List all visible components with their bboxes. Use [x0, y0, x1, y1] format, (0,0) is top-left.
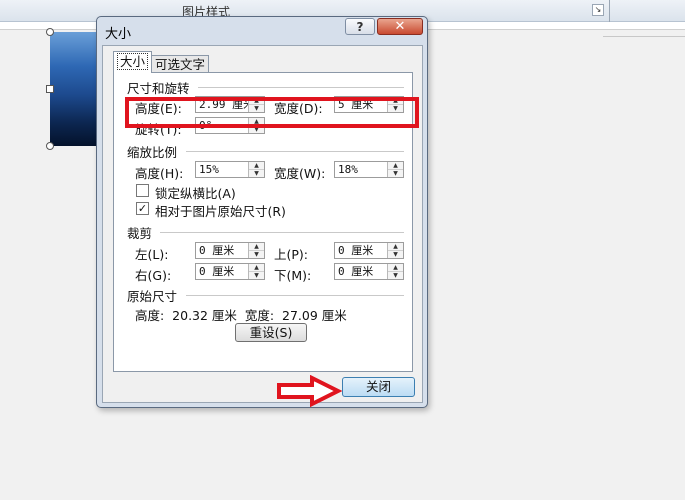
scale-height-spin-arrows[interactable]: ▲ ▼: [248, 162, 264, 177]
section-divider: [186, 295, 404, 296]
section-divider: [186, 151, 404, 152]
reset-button[interactable]: 重设(S): [235, 323, 307, 342]
tab-size[interactable]: 大小: [113, 51, 153, 73]
scale-width-value: 18%: [338, 163, 358, 176]
crop-right-spinner[interactable]: 0 厘米 ▲ ▼: [195, 263, 265, 280]
help-button[interactable]: ?: [345, 18, 375, 35]
spin-down-icon[interactable]: ▼: [388, 272, 403, 279]
crop-left-spinner[interactable]: 0 厘米 ▲ ▼: [195, 242, 265, 259]
scale-heading: 缩放比例: [127, 145, 178, 160]
spin-up-icon[interactable]: ▲: [249, 162, 264, 170]
crop-left-spin-arrows[interactable]: ▲ ▼: [248, 243, 264, 258]
checkmark-icon: ✓: [137, 202, 148, 215]
resize-handle-top-left[interactable]: [46, 28, 54, 36]
crop-top-label: 上(P):: [274, 247, 309, 262]
original-size-heading: 原始尺寸: [127, 289, 178, 304]
crop-bottom-label: 下(M):: [274, 268, 312, 283]
scale-height-label: 高度(H):: [135, 166, 184, 181]
crop-heading: 裁剪: [127, 226, 153, 241]
crop-top-value: 0 厘米: [338, 244, 374, 257]
page-margin-line: [603, 36, 685, 37]
crop-left-value: 0 厘米: [199, 244, 235, 257]
section-divider: [160, 232, 404, 233]
spin-up-icon[interactable]: ▲: [388, 264, 403, 272]
spin-down-icon[interactable]: ▼: [388, 251, 403, 258]
scale-width-spin-arrows[interactable]: ▲ ▼: [387, 162, 403, 177]
spin-up-icon[interactable]: ▲: [388, 243, 403, 251]
resize-handle-bottom-left[interactable]: [46, 142, 54, 150]
scale-width-label: 宽度(W):: [274, 166, 326, 181]
crop-bottom-spin-arrows[interactable]: ▲ ▼: [387, 264, 403, 279]
lock-aspect-checkbox[interactable]: [136, 184, 149, 197]
scale-height-value: 15%: [199, 163, 219, 176]
section-divider: [198, 87, 404, 88]
resize-handle-left[interactable]: [46, 85, 54, 93]
crop-top-spinner[interactable]: 0 厘米 ▲ ▼: [334, 242, 404, 259]
original-size-text: 高度: 20.32 厘米 宽度: 27.09 厘米: [135, 308, 347, 323]
spin-down-icon[interactable]: ▼: [388, 170, 403, 177]
spin-up-icon[interactable]: ▲: [249, 264, 264, 272]
crop-right-value: 0 厘米: [199, 265, 235, 278]
spin-up-icon[interactable]: ▲: [388, 162, 403, 170]
dialog-title: 大小: [105, 27, 132, 42]
close-button[interactable]: 关闭: [342, 377, 415, 397]
relative-size-label: 相对于图片原始尺寸(R): [155, 204, 286, 219]
lock-aspect-label: 锁定纵横比(A): [155, 186, 236, 201]
crop-left-label: 左(L):: [135, 247, 169, 262]
red-arrow-icon: [277, 375, 342, 407]
spin-up-icon[interactable]: ▲: [249, 243, 264, 251]
crop-right-label: 右(G):: [135, 268, 172, 283]
tab-size-label: 大小: [117, 53, 149, 70]
crop-bottom-spinner[interactable]: 0 厘米 ▲ ▼: [334, 263, 404, 280]
tab-alt-text[interactable]: 可选文字: [151, 55, 210, 73]
spin-down-icon[interactable]: ▼: [249, 251, 264, 258]
size-rotate-heading: 尺寸和旋转: [127, 81, 190, 96]
close-x-button[interactable]: ✕: [377, 18, 423, 35]
dialog-launcher-icon[interactable]: ↘: [592, 4, 604, 16]
spin-down-icon[interactable]: ▼: [249, 170, 264, 177]
relative-size-checkbox[interactable]: ✓: [136, 202, 149, 215]
scale-width-spinner[interactable]: 18% ▲ ▼: [334, 161, 404, 178]
crop-bottom-value: 0 厘米: [338, 265, 374, 278]
crop-right-spin-arrows[interactable]: ▲ ▼: [248, 264, 264, 279]
scale-height-spinner[interactable]: 15% ▲ ▼: [195, 161, 265, 178]
crop-top-spin-arrows[interactable]: ▲ ▼: [387, 243, 403, 258]
size-dialog: 大小 ? ✕ 大小 可选文字 尺寸和旋转 高度(E): 2.99 厘米 ▲ ▼ 宽…: [96, 16, 428, 408]
spin-down-icon[interactable]: ▼: [249, 272, 264, 279]
highlight-box: [125, 97, 419, 128]
ribbon-separator: [609, 0, 610, 22]
